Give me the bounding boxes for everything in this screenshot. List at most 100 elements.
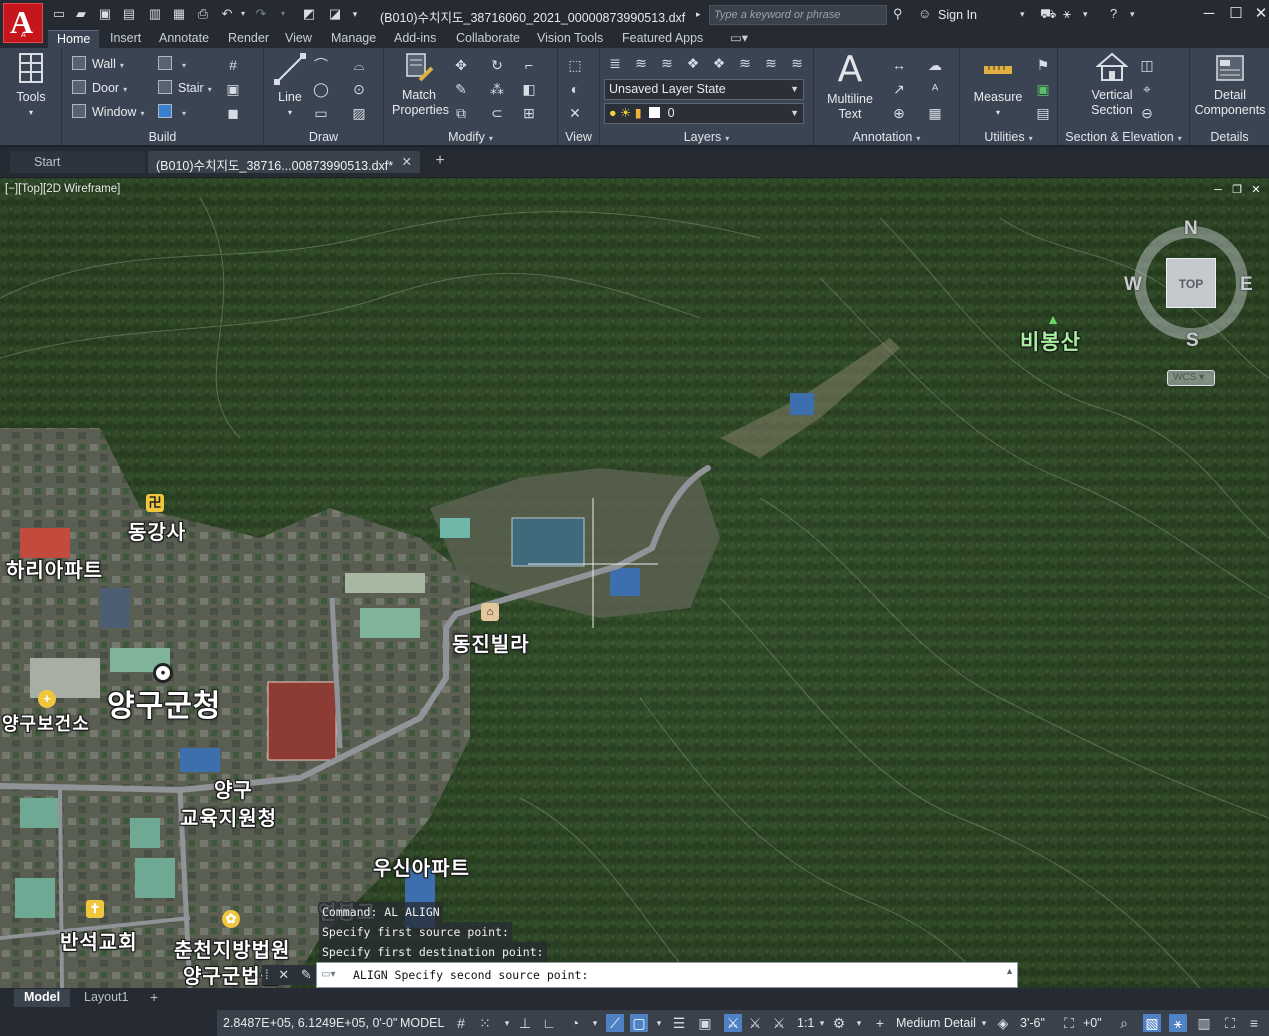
layer-off-icon[interactable]: ≋ [632, 54, 650, 72]
tab-render[interactable]: Render [228, 30, 269, 48]
save-to-web-icon[interactable]: ▥ [148, 6, 162, 22]
compass-east[interactable]: E [1240, 274, 1253, 296]
column-icon[interactable]: ▣ [224, 80, 242, 98]
auto-scale-icon[interactable]: ⚔ [746, 1014, 764, 1032]
visual-style-icon[interactable]: ◐ [566, 80, 584, 98]
new-file-icon[interactable]: ▭ [52, 6, 66, 22]
ellipse-icon[interactable]: ⊙ [350, 80, 368, 98]
table-icon[interactable]: ▦ [926, 104, 944, 122]
sign-in-dropdown-icon[interactable]: ▾ [1020, 6, 1025, 22]
mirror-icon[interactable]: ◧ [520, 80, 538, 98]
command-close-icon[interactable]: ✕ [278, 967, 289, 982]
object-snap-icon[interactable]: ▢ [630, 1014, 648, 1032]
pan-icon[interactable]: ✕ [566, 104, 584, 122]
detail-dropdown-icon[interactable]: ▾ [975, 1014, 993, 1032]
connect-dropdown-icon[interactable]: ▾ [1083, 6, 1088, 22]
share-icon[interactable]: ▦ [172, 6, 186, 22]
workspace-gear-icon[interactable]: ⚙ [830, 1014, 848, 1032]
isodraft-icon[interactable]: ⟋ [606, 1014, 624, 1032]
grid-display-icon[interactable]: # [452, 1014, 470, 1032]
grid-icon[interactable]: # [224, 56, 242, 74]
fullscreen-icon[interactable]: ⛶ [1221, 1014, 1239, 1032]
detail-components-button[interactable]: Detail Components [1192, 52, 1268, 118]
status-menu-icon[interactable]: ≡ [1245, 1014, 1263, 1032]
redo-dropdown-icon[interactable]: ▾ [276, 6, 290, 22]
close-icon[interactable]: ✕ [1250, 4, 1269, 24]
command-input-box[interactable]: ▭▾ ▲ [316, 962, 1018, 988]
file-tab-document[interactable]: (B010)수치지도_38716...00873990513.dxf* ✕ [148, 151, 420, 173]
layer-previous-icon[interactable]: ≋ [762, 54, 780, 72]
measure-button[interactable]: Measure ▾ [972, 52, 1024, 120]
viewport-close-icon[interactable]: ✕ [1250, 184, 1262, 196]
tab-collaborate[interactable]: Collaborate [456, 30, 520, 48]
polyline-icon[interactable]: ⌒ [312, 56, 330, 74]
sign-in-link[interactable]: Sign In [938, 8, 977, 22]
command-history-toggle-icon[interactable]: ▲ [1005, 966, 1014, 976]
layer-state-combo[interactable]: Unsaved Layer State ▼ [604, 79, 804, 100]
lineweight-icon[interactable]: ☰ [670, 1014, 688, 1032]
workspace-dropdown-icon[interactable]: ▾ [850, 1014, 868, 1032]
compass-south[interactable]: S [1186, 330, 1199, 352]
layer-freeze-icon[interactable]: ❖ [684, 54, 702, 72]
ribbon-minimize-icon[interactable]: ▭▾ [730, 30, 748, 48]
stair-button[interactable]: Stair ▾ [158, 78, 212, 98]
tab-model[interactable]: Model [14, 989, 71, 1007]
tab-add-ins[interactable]: Add-ins [394, 30, 436, 48]
arc-icon[interactable]: ⌓ [350, 56, 368, 74]
plot-icon[interactable]: ◪ [328, 6, 342, 22]
door-button[interactable]: Door ▾ [72, 78, 127, 98]
open-folder-icon[interactable]: ▰ [74, 6, 88, 22]
tab-home[interactable]: Home [48, 30, 100, 48]
annotation-scale-icon[interactable]: ⚔ [770, 1014, 788, 1032]
customize-wrench-icon[interactable]: ✎ [301, 967, 312, 982]
select-similar-icon[interactable]: ▣ [1034, 80, 1052, 98]
keynote-icon[interactable]: ᴬ [926, 80, 944, 98]
tab-featured-apps[interactable]: Featured Apps [622, 30, 703, 48]
model-space-button[interactable]: MODEL [400, 1016, 444, 1030]
help-icon[interactable]: ? [1110, 6, 1117, 22]
fillet-icon[interactable]: ⌐ [520, 56, 538, 74]
redo-icon[interactable]: ↷ [254, 6, 268, 22]
section-box-icon[interactable]: ◫ [1138, 56, 1156, 74]
offset-icon[interactable]: ⊂ [488, 104, 506, 122]
hardware-acceleration-icon[interactable]: ▧ [1143, 1014, 1161, 1032]
hatch-icon[interactable]: ▨ [350, 104, 368, 122]
panel-title-layers[interactable]: Layers ▾ [600, 130, 813, 144]
wall-button[interactable]: Wall ▾ [72, 54, 124, 74]
compass-north[interactable]: N [1184, 218, 1198, 240]
layer-isolate-icon[interactable]: ≋ [658, 54, 676, 72]
tab-layout1[interactable]: Layout1 [74, 989, 138, 1007]
window-button[interactable]: Window ▾ [72, 102, 144, 122]
dimension-icon[interactable]: ↔ [890, 56, 908, 74]
snap-dropdown-icon[interactable]: ▾ [498, 1014, 516, 1032]
application-menu-button[interactable]: A A [3, 3, 43, 43]
layer-combo[interactable]: ● ☀ ▮ 0 ▼ [604, 103, 804, 124]
slab-icon[interactable]: ◼ [224, 104, 242, 122]
layer-match-icon[interactable]: ≋ [736, 54, 754, 72]
customize-qat-icon[interactable]: ▾ [348, 6, 362, 22]
recent-commands-icon[interactable]: ▭▾ [321, 969, 335, 980]
panel-title-annotation[interactable]: Annotation ▾ [814, 130, 959, 144]
clean-screen-icon[interactable]: ⚹ [1169, 1014, 1187, 1032]
quick-select-icon[interactable]: ⚑ [1034, 56, 1052, 74]
tag-icon[interactable]: ⊕ [890, 104, 908, 122]
erase-icon[interactable]: ✎ [452, 80, 470, 98]
cut-plane-elevation[interactable]: 3'-6" [1020, 1016, 1045, 1030]
snap-mode-icon[interactable]: ⁙ [476, 1014, 494, 1032]
polar-dropdown-icon[interactable]: ▾ [586, 1014, 604, 1032]
layer-walk-icon[interactable]: ≋ [788, 54, 806, 72]
tab-vision-tools[interactable]: Vision Tools [537, 30, 603, 48]
ortho-mode-icon[interactable]: ∟ [540, 1014, 558, 1032]
customization-icon[interactable]: ▥ [1195, 1014, 1213, 1032]
save-as-icon[interactable]: ▤ [122, 6, 136, 22]
osnap-dropdown-icon[interactable]: ▾ [650, 1014, 668, 1032]
leader-icon[interactable]: ↗ [890, 80, 908, 98]
undo-icon[interactable]: ↶ [220, 6, 234, 22]
chevron-right-icon[interactable]: ▸ [696, 6, 701, 22]
polar-tracking-icon[interactable]: ◔ [566, 1014, 584, 1032]
layer-lock-icon[interactable]: ❖ [710, 54, 728, 72]
coordinate-readout[interactable]: 2.8487E+05, 6.1249E+05, 0'-0" [223, 1016, 397, 1030]
annotation-visibility-icon[interactable]: ⚔ [724, 1014, 742, 1032]
line-button[interactable]: Line ▾ [270, 52, 310, 120]
stretch-icon[interactable]: ⊞ [520, 104, 538, 122]
